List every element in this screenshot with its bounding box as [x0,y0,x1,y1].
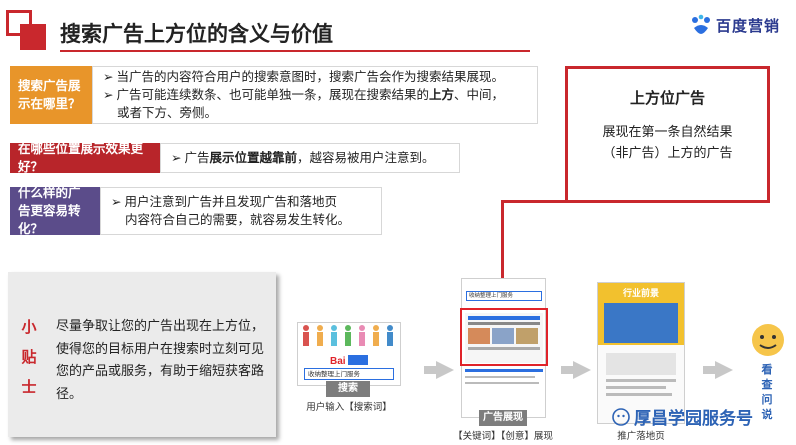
conversion-label: 看查问说 [761,363,773,421]
bullet-arrow-icon: ➢ [103,87,114,102]
row-tag: 在哪些位置展示效果更好？ [10,141,160,174]
callout-body-line1: 展现在第一条自然结果 [602,125,733,140]
baidu-marketing-logo-icon [692,14,710,34]
info-row-conversion: 什么样的广告更容易转化？ ➢ 用户注意到广告并且发现广告和落地页 内容符合自己的需… [10,185,382,236]
callout-connector [501,200,567,203]
people-illustration-icon [303,325,393,346]
tips-text: 尽量争取让您的广告出现在上方位，使得您的目标用户在搜索时立刻可见您的产品或服务，… [56,319,265,402]
step2-caption: 【关键词】【创意】展现 [453,431,553,442]
conversion-thumbnail: 看查问说 [748,322,788,438]
bullet-arrow-icon: ➢ [111,194,122,209]
corner-decoration [6,10,48,52]
page-title: 搜索广告上方位的含义与价值 [60,22,333,46]
flow-arrow-icon [424,361,454,379]
baidu-logo-icon: Bai [330,355,368,366]
row-tag: 什么样的广告更容易转化？ [10,185,100,236]
title-underline [60,50,530,52]
brand-name: 百度营销 [716,16,781,35]
bullet-arrow-icon: ➢ [103,69,114,84]
step3-caption: 推广落地页 [617,431,665,442]
callout-title: 上方位广告 [629,89,705,107]
step1-caption: 用户输入【搜索词】 [306,402,392,413]
row-description: ➢ 当广告的内容符合用户的搜索意图时，搜索广告会作为搜索结果展现。 ➢ 广告可能连续… [92,66,538,124]
brand-logo: 百度营销 [690,14,780,36]
info-row-where: 搜索广告展示在哪里？ ➢ 当广告的内容符合用户的搜索意图时，搜索广告会作为搜索结果… [10,66,538,124]
watermark-text: 厚昌学园服务号 [634,409,753,429]
ad-display-label: 广告展现 [479,410,527,426]
search-input[interactable]: 收纳整理上门服务 [466,291,542,301]
landing-banner: 行业前景 [598,283,684,345]
landing-page-thumbnail: 行业前景 [597,282,685,424]
svg-text:Bai: Bai [330,356,346,366]
flow-arrow-icon [703,361,733,379]
watermark: 厚昌学园服务号 [612,404,753,429]
search-input[interactable]: 收纳整理上门服务 [304,368,394,380]
row-description: ➢ 用户注意到广告并且发现广告和落地页 内容符合自己的需要，就容易发生转化。 [100,187,382,235]
flow-arrow-icon [561,361,591,379]
row-tag: 搜索广告展示在哪里？ [10,66,92,124]
bullet-arrow-icon: ➢ [171,150,182,165]
top-position-callout: 上方位广告 展现在第一条自然结果 （非广告）上方的广告 [565,66,770,203]
row-description: ➢ 广告展示位置越靠前，越容易被用户注意到。 [160,143,460,173]
landing-banner-title: 行业前景 [622,289,659,299]
wechat-icon [612,407,630,426]
tips-box: 小贴士 尽量争取让您的广告出现在上方位，使得您的目标用户在搜索时立刻可见您的产品… [8,272,276,437]
ad-highlight-frame [460,308,548,366]
cartoon-icon [752,324,784,356]
search-button[interactable]: 搜索 [326,381,370,397]
callout-body-line2: （非广告）上方的广告 [602,146,733,161]
search-page-thumbnail: Bai 收纳整理上门服务 [297,322,401,386]
info-row-position: 在哪些位置展示效果更好？ ➢ 广告展示位置越靠前，越容易被用户注意到。 [10,141,460,174]
tips-label: 小贴士 [21,318,37,396]
